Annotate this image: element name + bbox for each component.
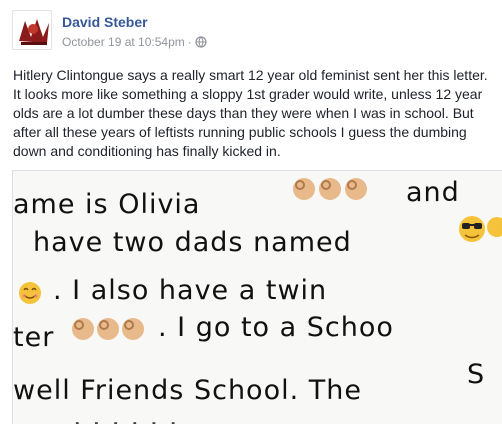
letter-line-1-tail: and — [406, 177, 460, 208]
letter-line-4-rest: . I go to a Schoo — [158, 312, 394, 343]
letter-photo[interactable]: · · · · · ame is Olivia and have two dad… — [12, 170, 502, 424]
svg-text:· · · · ·: · · · · · — [33, 171, 119, 182]
svg-text:· · · · · ·: · · · · · · — [73, 409, 178, 424]
globe-icon[interactable] — [195, 36, 207, 51]
letter-line-1: ame is Olivia — [13, 189, 200, 220]
post-timestamp[interactable]: October 19 at 10:54pm — [62, 35, 185, 49]
post-text: Hitlery Clintongue says a really smart 1… — [13, 67, 488, 159]
author-avatar[interactable] — [12, 10, 52, 50]
handwritten-letter-image: · · · · · ame is Olivia and have two dad… — [13, 171, 502, 424]
letter-line-5: well Friends School. The — [13, 375, 362, 406]
author-name[interactable]: David Steber — [62, 14, 148, 30]
letter-line-5-tail: S — [467, 359, 485, 390]
meta-separator: · — [187, 35, 192, 49]
smiling-emoji — [19, 282, 41, 304]
ok-hand-emoji-group — [293, 178, 367, 200]
facebook-post: David Steber October 19 at 10:54pm · Hitl… — [0, 0, 502, 424]
post-meta: October 19 at 10:54pm · — [62, 35, 207, 51]
sunglasses-emoji — [459, 216, 485, 242]
letter-line-4-start: ter — [13, 322, 54, 353]
ok-hand-emoji-group-2 — [72, 318, 144, 340]
avatar-logo-icon — [13, 11, 51, 49]
letter-line-3: . I also have a twin — [53, 275, 327, 306]
letter-line-2: have two dads named — [33, 227, 352, 258]
